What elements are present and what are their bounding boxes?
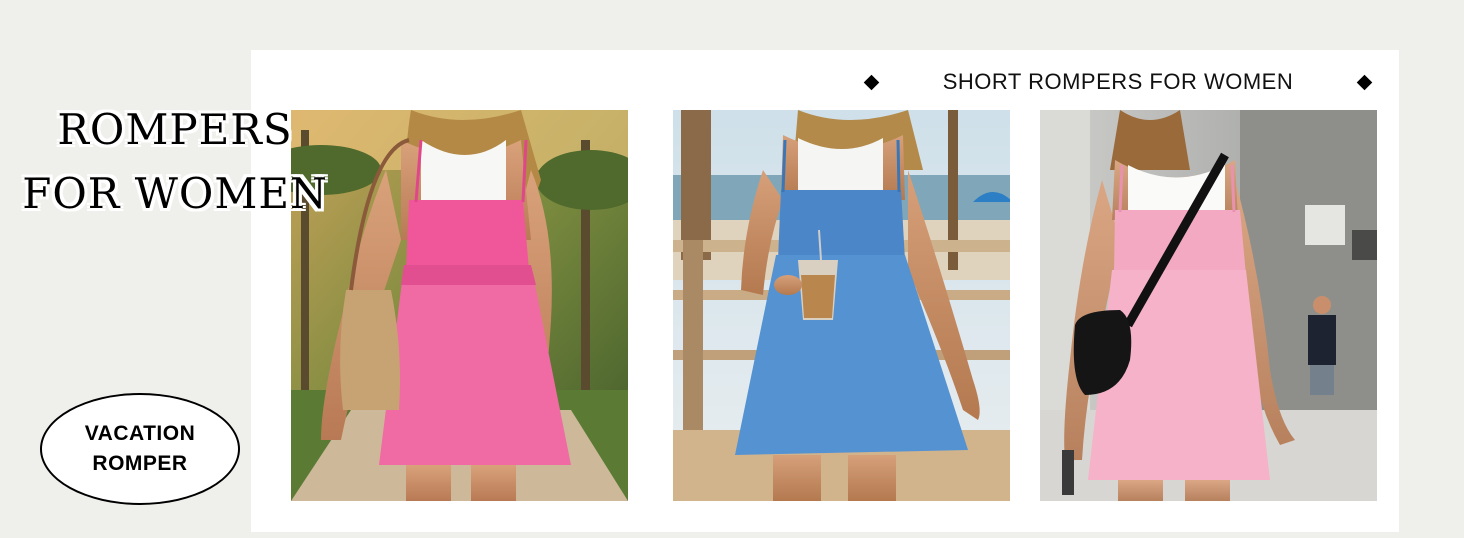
product-banner: SHORT ROMPERS FOR WOMEN ROMPERS FOR WOME…	[0, 0, 1464, 538]
blue-romper-image	[673, 110, 1010, 501]
product-photo-pink[interactable]	[291, 110, 628, 501]
title-line-1: ROMPERS	[57, 105, 293, 154]
section-header: SHORT ROMPERS FOR WOMEN	[858, 66, 1378, 98]
light-pink-romper-image	[1040, 110, 1377, 501]
product-photo-light-pink[interactable]	[1040, 110, 1377, 501]
vacation-romper-badge: VACATION ROMPER	[40, 393, 240, 505]
section-title: SHORT ROMPERS FOR WOMEN	[942, 69, 1294, 94]
badge-line-2: ROMPER	[92, 452, 188, 475]
diamond-icon	[863, 74, 880, 90]
pink-romper-image	[291, 110, 628, 501]
diamond-icon	[1356, 74, 1373, 90]
product-photo-blue[interactable]	[673, 110, 1010, 501]
title-line-2: FOR WOMEN	[22, 169, 328, 218]
badge-line-1: VACATION	[84, 422, 196, 445]
banner-title: ROMPERS FOR WOMEN	[20, 98, 330, 226]
